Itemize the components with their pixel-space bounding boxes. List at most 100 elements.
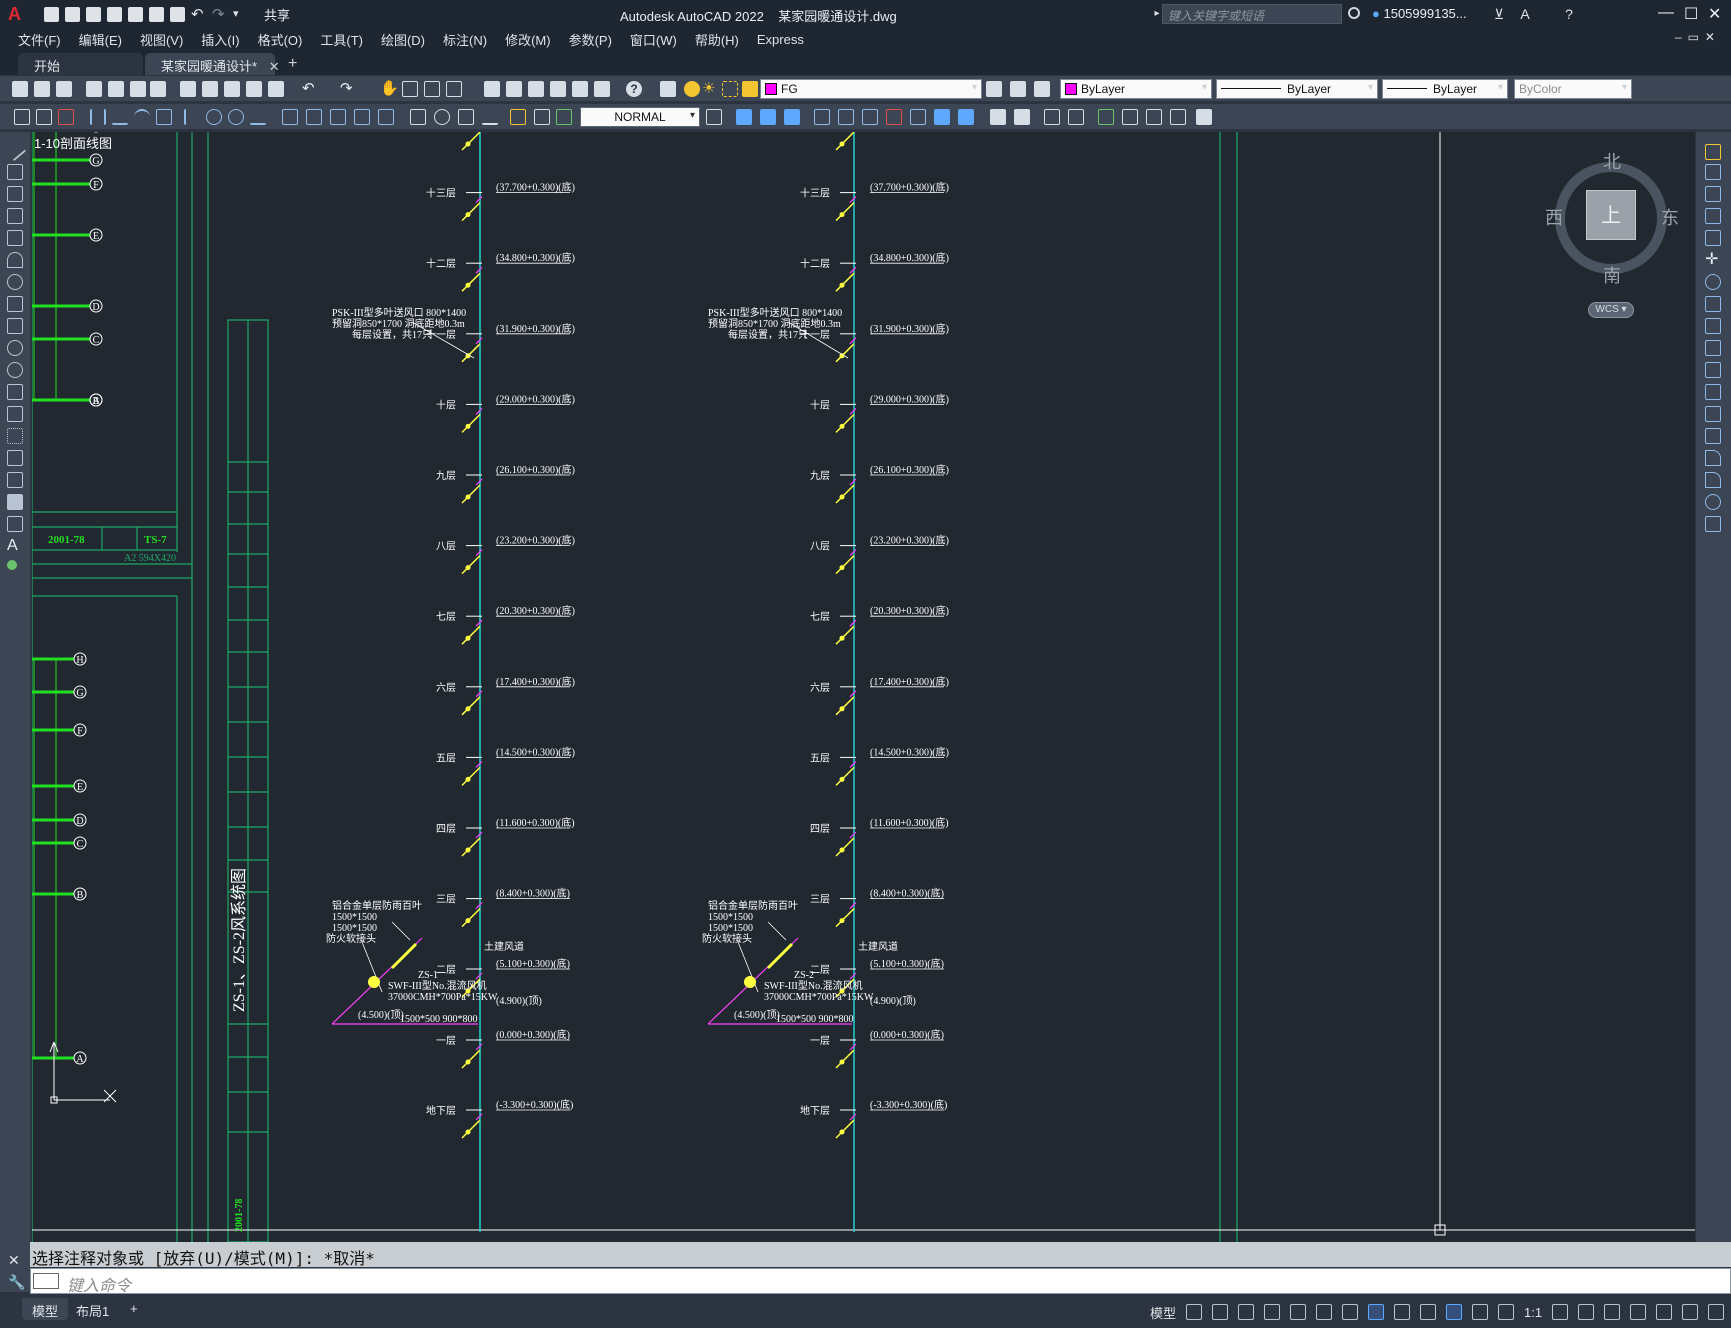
save-toolbar-icon[interactable] [56,81,72,97]
close-command-icon[interactable]: ✕ [8,1252,20,1269]
chamfer-icon[interactable] [1705,450,1721,466]
baseline-dim-icon[interactable] [306,109,322,125]
minimize-icon[interactable]: — [1658,4,1674,22]
customize-qat-icon[interactable]: ▾ [233,7,248,22]
break-at-point-icon[interactable] [1705,384,1721,400]
model-space-button[interactable]: 模型 [1150,1303,1176,1322]
copy-icon[interactable] [202,81,218,97]
undo-toolbar-icon[interactable]: ↶ [302,81,318,97]
menu-modify[interactable]: 修改(M) [505,30,551,49]
plot-icon[interactable] [170,6,185,22]
array-icon[interactable] [1705,230,1721,246]
jogged-linear-icon[interactable] [482,109,498,125]
tab-model[interactable]: 模型 [22,1298,69,1320]
sheet-set-icon[interactable] [550,81,566,97]
view-top-icon[interactable] [736,109,752,125]
fillet-icon[interactable] [1705,472,1721,488]
rotate-icon[interactable] [1705,274,1721,290]
circle-icon[interactable] [7,274,23,290]
open-web-icon[interactable] [128,6,143,22]
jogged-dim-icon[interactable] [206,109,222,125]
line-icon[interactable] [3,138,27,162]
view-bottom-icon[interactable] [760,109,776,125]
ordinate-dim-icon[interactable] [156,109,172,125]
viewport-icon[interactable] [1196,109,1212,125]
block-editor-icon[interactable] [268,81,284,97]
dim-edit-icon[interactable] [510,109,526,125]
redo-icon[interactable]: ↷ [212,7,227,22]
layer-on-icon[interactable] [684,81,700,97]
save-icon[interactable] [86,6,101,22]
plotstyle-dropdown[interactable]: ByColor ▾ [1514,79,1632,99]
visual-style-icon[interactable] [990,109,1006,125]
diameter-dim-icon[interactable] [228,109,244,125]
annotation-visibility-icon[interactable] [1446,1304,1463,1320]
search-input[interactable]: 键入关键字或短语 [1162,4,1342,24]
transparency-icon[interactable] [1420,1304,1437,1320]
ellipse-arc-icon[interactable] [7,362,23,378]
layer-previous-icon[interactable] [1010,81,1026,97]
break-icon[interactable] [1705,406,1721,422]
menu-parametric[interactable]: 参数(P) [569,30,612,49]
print-icon[interactable] [86,81,102,97]
dim-break-icon[interactable] [378,109,394,125]
angular-dim-icon[interactable] [250,109,266,125]
help-toolbar-icon[interactable]: ? [626,81,642,97]
dim-text-edit-icon[interactable] [534,109,550,125]
annotation-monitor-icon[interactable] [1578,1304,1595,1320]
arc-length-icon[interactable] [134,109,150,125]
fly-icon[interactable] [1170,109,1186,125]
light-icon[interactable] [1068,109,1084,125]
compass-north[interactable]: 北 [1603,148,1621,174]
layer-lock-icon[interactable] [742,81,758,97]
ortho-icon[interactable] [1264,1304,1281,1320]
quick-properties-icon[interactable] [1630,1304,1647,1320]
open-file-icon[interactable] [65,6,80,22]
object-snap-icon[interactable] [1368,1304,1385,1320]
construction-line-icon[interactable] [7,164,23,180]
explode-icon[interactable] [1705,516,1721,532]
add-selected-icon[interactable] [7,560,17,570]
move-icon[interactable]: ✛ [1705,252,1721,268]
save-web-icon[interactable] [149,6,164,22]
3d-dwf-icon[interactable] [150,81,166,97]
aligned-dim-icon[interactable] [112,109,128,125]
walk-icon[interactable] [1146,109,1162,125]
zoom-realtime-icon[interactable] [402,81,418,97]
ucs-object-icon[interactable] [886,109,902,125]
point-icon[interactable] [7,428,23,444]
named-view-icon[interactable] [1098,109,1114,125]
drawing-canvas[interactable]: HGFEDCBA HGFEDCBA 十四层(40.600+0.300)(底)十三… [32,132,1695,1242]
share-button[interactable]: 共享 [264,5,290,24]
polar-tracking-icon[interactable] [1290,1304,1307,1320]
redo-toolbar-icon[interactable]: ↷ [340,81,356,97]
join-icon[interactable] [1705,428,1721,444]
scale-icon[interactable] [1705,296,1721,312]
quick-dim-icon[interactable] [282,109,298,125]
linetype-dropdown[interactable]: ByLayer ▾ [1216,79,1378,99]
menu-insert[interactable]: 插入(I) [201,30,239,49]
paste-icon[interactable] [224,81,240,97]
menu-express[interactable]: Express [757,32,804,47]
radius-dim-icon[interactable] [184,109,200,125]
wcs-menu[interactable]: WCS ▾ [1588,302,1634,318]
spline-icon[interactable] [7,318,23,334]
ucs-face-icon[interactable] [910,109,926,125]
layer-thaw-icon[interactable]: ☀ [702,81,718,97]
add-layout-icon[interactable]: + [120,1298,148,1320]
maximize-icon[interactable]: ☐ [1684,4,1698,24]
menu-window[interactable]: 窗口(W) [630,30,677,49]
autocad-logo-icon[interactable]: A [8,5,26,23]
pan-icon[interactable]: ✋ [380,81,399,97]
tolerance-icon[interactable] [410,109,426,125]
camera-icon[interactable] [1122,109,1138,125]
menu-draw[interactable]: 绘图(D) [381,30,425,49]
customize-command-icon[interactable]: 🔧 [8,1274,25,1291]
menu-file[interactable]: 文件(F) [18,30,61,49]
menu-format[interactable]: 格式(O) [258,30,303,49]
cut-icon[interactable] [180,81,196,97]
menu-tools[interactable]: 工具(T) [320,30,363,49]
ellipse-icon[interactable] [7,340,23,356]
object-snap-tracking-icon[interactable] [1342,1304,1359,1320]
new-tab-icon[interactable]: + [288,55,297,73]
